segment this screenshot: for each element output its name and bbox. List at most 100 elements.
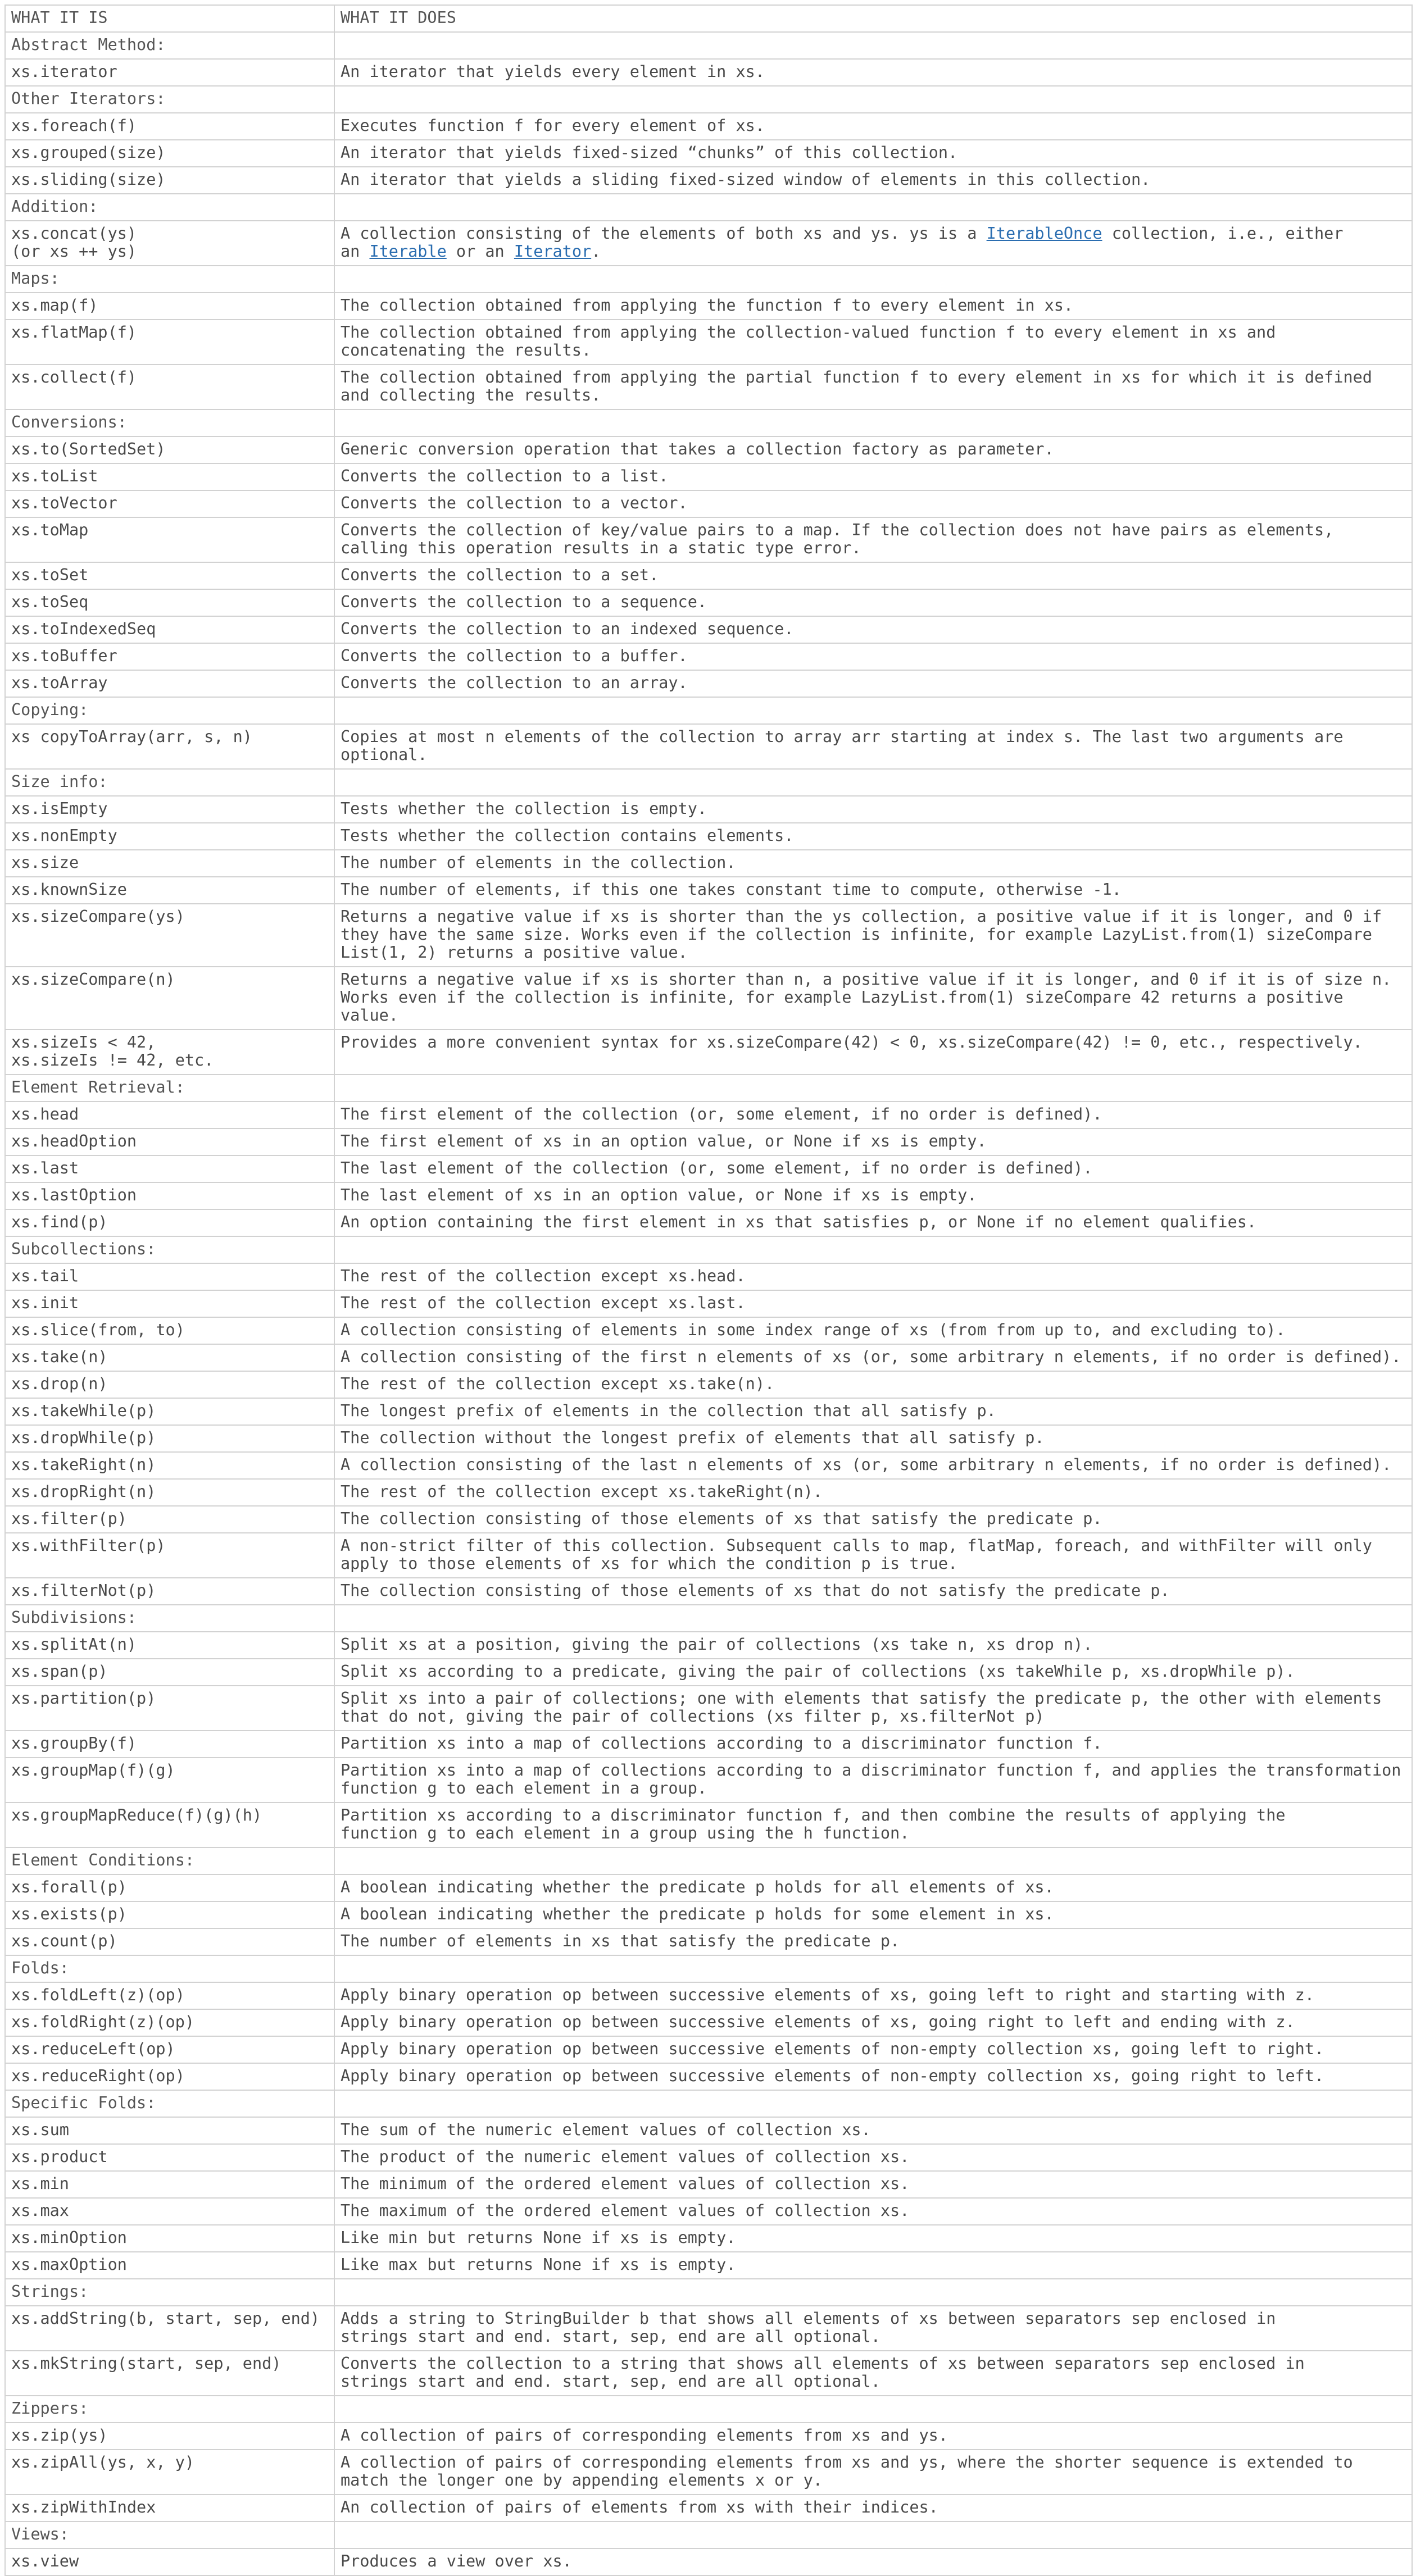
- operation-cell: xs.iterator: [4, 58, 335, 87]
- table-row: xs.max The maximum of the ordered element…: [4, 2197, 1413, 2225]
- description-cell: Partition xs into a map of collections a…: [334, 1730, 1413, 1758]
- description-text: Apply binary operation op between succes…: [341, 1986, 1315, 2004]
- operation-cell: xs.grouped(size): [4, 139, 335, 167]
- description-cell: The last element of the collection (or, …: [334, 1155, 1413, 1183]
- table-row: xs.take(n) A collection consisting of the…: [4, 1344, 1413, 1372]
- table-row: xs.addString(b, start, sep, end) Adds a s…: [4, 2305, 1413, 2351]
- description-cell: Split xs into a pair of collections; one…: [334, 1685, 1413, 1731]
- table-row: xs.flatMap(f) The collection obtained fro…: [4, 319, 1413, 365]
- description-cell: The first element of the collection (or,…: [334, 1101, 1413, 1129]
- operation-cell: xs.isEmpty: [4, 795, 335, 823]
- section-title: Subcollections:: [4, 1236, 335, 1264]
- operations-table: WHAT IT IS WHAT IT DOES Abstract Method:…: [4, 4, 1413, 2576]
- table-row: xs.tail The rest of the collection except…: [4, 1263, 1413, 1291]
- operation-cell: xs.last: [4, 1155, 335, 1183]
- table-row: xs.mkString(start, sep, end) Converts the…: [4, 2350, 1413, 2396]
- description-text: The longest prefix of elements in the co…: [341, 1401, 996, 1420]
- table-row: xs.head The first element of the collecti…: [4, 1101, 1413, 1129]
- description-text: The number of elements in the collection…: [341, 853, 736, 872]
- table-row: xs.product The product of the numeric ele…: [4, 2143, 1413, 2172]
- section-row: Size info:: [4, 768, 1413, 797]
- table-row: xs.zipAll(ys, x, y) A collection of pairs…: [4, 2449, 1413, 2495]
- description-cell: Converts the collection of key/value pai…: [334, 517, 1413, 563]
- description-text: Split xs into a pair of collections; one…: [341, 1689, 1382, 1726]
- description-text: .: [591, 242, 601, 261]
- description-cell: The number of elements in the collection…: [334, 849, 1413, 877]
- operation-cell: xs.toSeq: [4, 589, 335, 617]
- description-text: Apply binary operation op between succes…: [341, 2067, 1324, 2085]
- description-text: A collection consisting of the last n el…: [341, 1455, 1392, 1474]
- description-text: or an: [446, 242, 514, 261]
- description-cell: Returns a negative value if xs is shorte…: [334, 903, 1413, 967]
- operation-cell: xs.withFilter(p): [4, 1532, 335, 1578]
- description-cell: The collection without the longest prefi…: [334, 1424, 1413, 1453]
- description-cell: Executes function f for every element of…: [334, 112, 1413, 140]
- operation-cell: xs.zip(ys): [4, 2422, 335, 2450]
- section-row: Strings:: [4, 2278, 1413, 2306]
- description-cell: The last element of xs in an option valu…: [334, 1182, 1413, 1210]
- operation-cell: xs.mkString(start, sep, end): [4, 2350, 335, 2396]
- description-text: The maximum of the ordered element value…: [341, 2201, 910, 2220]
- table-row: xs.minOption Like min but returns None if…: [4, 2224, 1413, 2252]
- section-row: Copying:: [4, 697, 1413, 725]
- description-cell: An iterator that yields every element in…: [334, 58, 1413, 87]
- description-cell: The collection obtained from applying th…: [334, 364, 1413, 410]
- description-cell: The longest prefix of elements in the co…: [334, 1398, 1413, 1426]
- table-row: xs.zipWithIndex An collection of pairs of…: [4, 2494, 1413, 2522]
- table-row: xs.groupBy(f) Partition xs into a map of …: [4, 1730, 1413, 1758]
- description-text: Like max but returns None if xs is empty…: [341, 2255, 736, 2274]
- description-text: Converts the collection to a buffer.: [341, 647, 688, 665]
- table-row: xs.sizeCompare(n) Returns a negative valu…: [4, 966, 1413, 1030]
- section-spacer-cell: [334, 31, 1413, 60]
- section-title: Size info:: [4, 768, 335, 797]
- table-row: xs.toBuffer Converts the collection to a …: [4, 643, 1413, 671]
- section-spacer-cell: [334, 1955, 1413, 1983]
- type-link[interactable]: Iterable: [369, 242, 446, 261]
- description-text: An iterator that yields a sliding fixed-…: [341, 170, 1151, 189]
- table-row: xs.nonEmpty Tests whether the collection …: [4, 822, 1413, 850]
- description-cell: Converts the collection to a sequence.: [334, 589, 1413, 617]
- section-row: Element Conditions:: [4, 1847, 1413, 1875]
- description-text: A collection of pairs of corresponding e…: [341, 2453, 1353, 2489]
- table-row: xs.toIndexedSeq Converts the collection t…: [4, 616, 1413, 644]
- description-text: The last element of xs in an option valu…: [341, 1186, 977, 1204]
- operation-cell: xs.groupMap(f)(g): [4, 1757, 335, 1803]
- type-link[interactable]: IterableOnce: [987, 224, 1102, 243]
- section-row: Folds:: [4, 1955, 1413, 1983]
- description-text: Converts the collection to a list.: [341, 467, 669, 485]
- table-row: xs.slice(from, to) A collection consistin…: [4, 1317, 1413, 1345]
- description-cell: An iterator that yields fixed-sized “chu…: [334, 139, 1413, 167]
- description-cell: The collection consisting of those eleme…: [334, 1505, 1413, 1533]
- table-row: xs copyToArray(arr, s, n) Copies at most …: [4, 723, 1413, 770]
- description-text: The sum of the numeric element values of…: [341, 2120, 871, 2139]
- description-cell: The first element of xs in an option val…: [334, 1128, 1413, 1156]
- table-row: xs.to(SortedSet) Generic conversion opera…: [4, 436, 1413, 464]
- description-text: Split xs at a position, giving the pair …: [341, 1635, 1093, 1654]
- description-cell: A non-strict filter of this collection. …: [334, 1532, 1413, 1578]
- operation-cell: xs.tail: [4, 1263, 335, 1291]
- operation-cell: xs.max: [4, 2197, 335, 2225]
- operation-cell: xs.flatMap(f): [4, 319, 335, 365]
- description-cell: Produces a view over xs.: [334, 2548, 1413, 2576]
- operation-cell: xs.min: [4, 2170, 335, 2199]
- operation-cell: xs.foreach(f): [4, 112, 335, 140]
- operation-cell: xs copyToArray(arr, s, n): [4, 723, 335, 770]
- description-cell: An collection of pairs of elements from …: [334, 2494, 1413, 2522]
- description-cell: Apply binary operation op between succes…: [334, 2036, 1413, 2064]
- section-spacer-cell: [334, 409, 1413, 437]
- type-link[interactable]: Iterator: [514, 242, 591, 261]
- section-spacer-cell: [334, 1847, 1413, 1875]
- table-row: xs.size The number of elements in the col…: [4, 849, 1413, 877]
- operation-cell: xs.nonEmpty: [4, 822, 335, 850]
- description-text: Apply binary operation op between succes…: [341, 2013, 1295, 2031]
- operation-cell: xs.sliding(size): [4, 166, 335, 194]
- operation-cell: xs.head: [4, 1101, 335, 1129]
- description-cell: Like min but returns None if xs is empty…: [334, 2224, 1413, 2252]
- description-cell: Apply binary operation op between succes…: [334, 1982, 1413, 2010]
- operation-cell: xs.minOption: [4, 2224, 335, 2252]
- section-row: Views:: [4, 2521, 1413, 2549]
- table-row: xs.sum The sum of the numeric element val…: [4, 2117, 1413, 2145]
- operation-cell: xs.toList: [4, 463, 335, 491]
- description-cell: The number of elements in xs that satisf…: [334, 1928, 1413, 1956]
- description-cell: Tests whether the collection is empty.: [334, 795, 1413, 823]
